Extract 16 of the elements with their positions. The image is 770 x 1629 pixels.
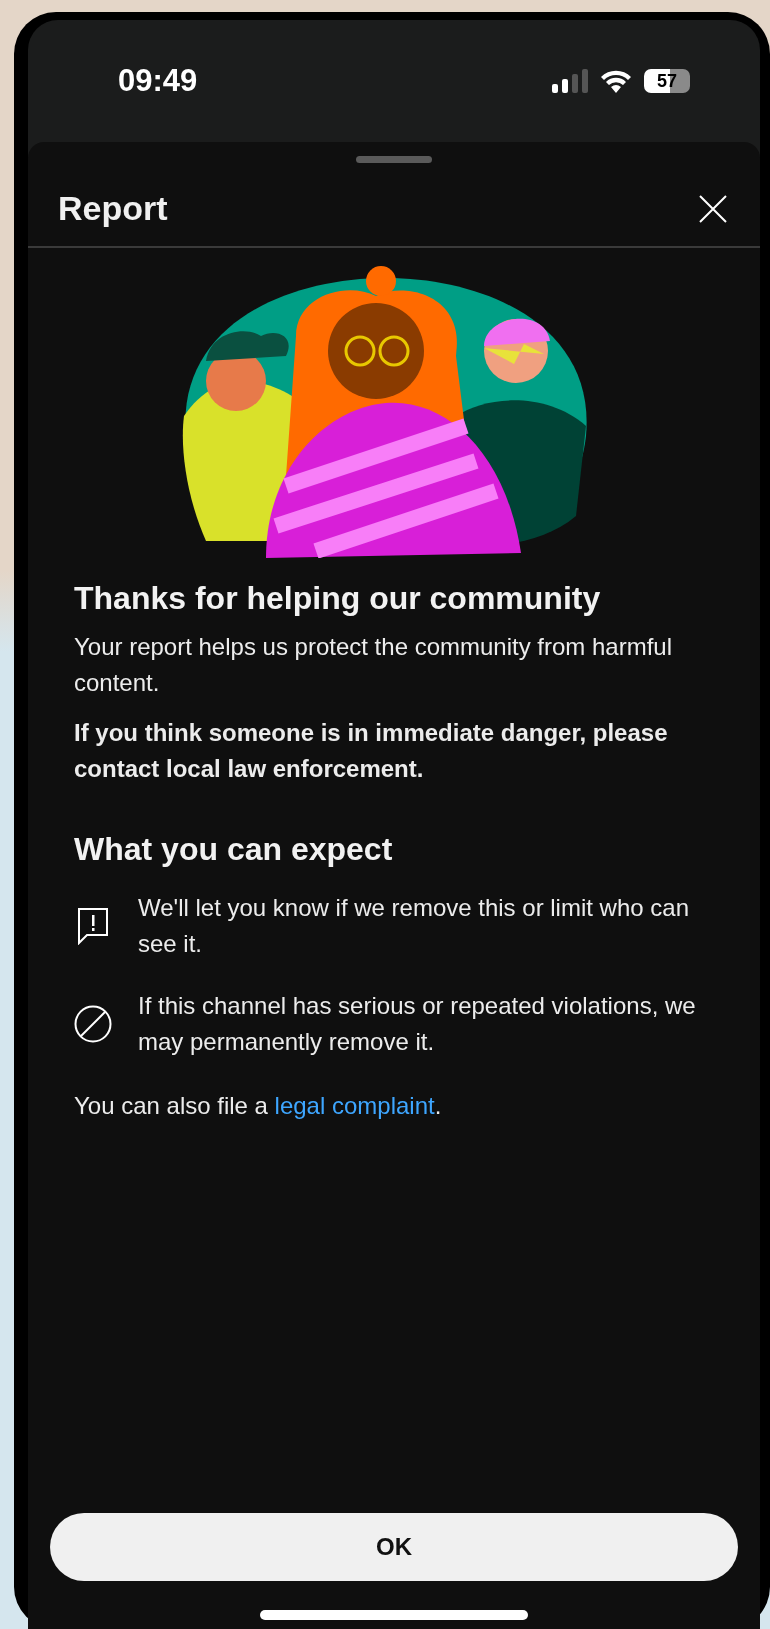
- status-time: 09:49: [118, 63, 198, 99]
- expect-item-text: If this channel has serious or repeated violations, we may permanently remove it.: [138, 991, 697, 1057]
- block-icon: [74, 1005, 112, 1043]
- sheet-title: Report: [58, 189, 168, 228]
- wifi-icon: [600, 69, 632, 93]
- legal-complaint-link[interactable]: legal complaint: [274, 1092, 435, 1119]
- intro-text: Your report helps us protect the community from harmful content.: [74, 632, 674, 698]
- alert-message-icon: [77, 907, 109, 945]
- heading: Thanks for helping our community: [74, 580, 602, 617]
- warning-text: If you think someone is in immediate danger, please contact local law enforcement.: [74, 718, 669, 784]
- footer-text: You can also file a legal complaint.: [74, 1091, 443, 1121]
- battery-icon: 57: [644, 69, 690, 93]
- ok-button[interactable]: OK: [50, 1513, 738, 1581]
- signal-icon: [552, 69, 588, 93]
- section-heading: What you can expect: [74, 831, 394, 868]
- expect-item-text: We'll let you know if we remove this or limit who can see it.: [138, 893, 690, 959]
